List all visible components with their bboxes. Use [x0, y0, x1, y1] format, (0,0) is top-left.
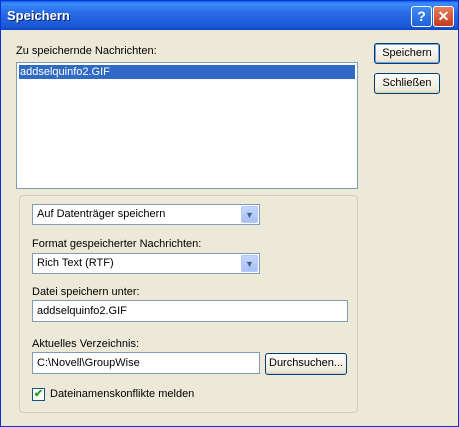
format-value: Rich Text (RTF)	[37, 257, 114, 269]
help-button[interactable]: ?	[411, 6, 432, 27]
directory-value: C:\Novell\GroupWise	[37, 357, 140, 369]
save-dialog: Speichern ? ✕ Zu speichernde Nachrichten…	[0, 0, 459, 427]
destination-value: Auf Datenträger speichern	[37, 208, 166, 220]
directory-label: Aktuelles Verzeichnis:	[32, 338, 139, 350]
window-title: Speichern	[7, 8, 70, 23]
save-button[interactable]: Speichern	[374, 43, 440, 64]
filename-input[interactable]: addselquinfo2.GIF	[32, 300, 348, 322]
list-item[interactable]: addselquinfo2.GIF	[19, 65, 355, 79]
close-window-button[interactable]: ✕	[433, 6, 454, 27]
chevron-down-icon[interactable]: ▼	[241, 255, 258, 272]
filename-label: Datei speichern unter:	[32, 286, 140, 298]
messages-label: Zu speichernde Nachrichten:	[16, 45, 157, 57]
close-button[interactable]: Schließen	[374, 73, 440, 94]
browse-button[interactable]: Durchsuchen...	[265, 353, 347, 375]
conflicts-checkbox[interactable]: ✔	[32, 388, 45, 401]
filename-value: addselquinfo2.GIF	[37, 305, 127, 317]
format-dropdown[interactable]: Rich Text (RTF) ▼	[32, 253, 260, 274]
destination-dropdown[interactable]: Auf Datenträger speichern ▼	[32, 204, 260, 225]
messages-list[interactable]: addselquinfo2.GIF	[16, 62, 358, 189]
format-label: Format gespeicherter Nachrichten:	[32, 238, 202, 250]
conflicts-label: Dateinamenskonflikte melden	[50, 388, 195, 400]
title-bar[interactable]: Speichern ? ✕	[1, 1, 458, 30]
chevron-down-icon[interactable]: ▼	[241, 206, 258, 223]
directory-input[interactable]: C:\Novell\GroupWise	[32, 352, 260, 374]
